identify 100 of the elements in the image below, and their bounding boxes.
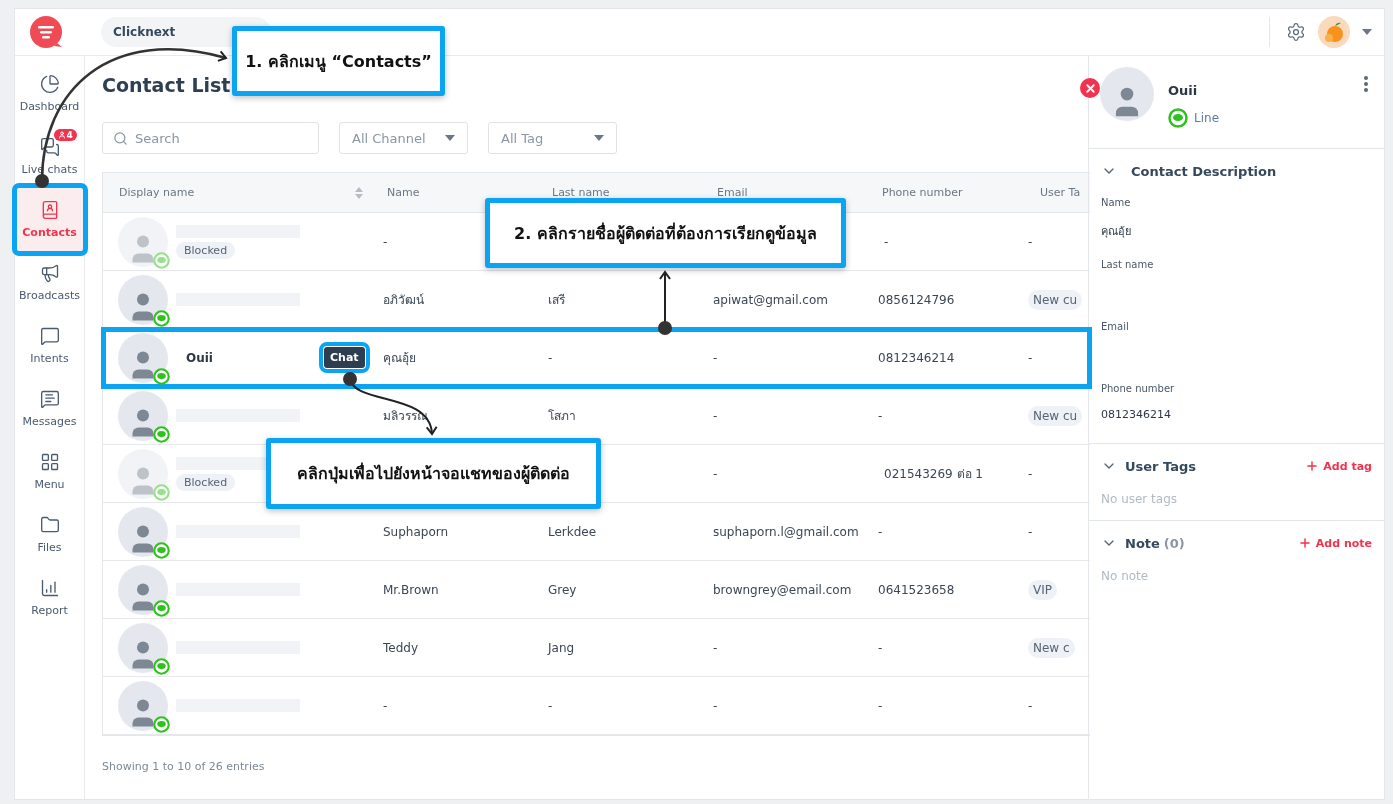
table-cell: คุณอุ้ย	[383, 351, 416, 365]
table-cell: -	[884, 234, 889, 249]
avatar	[118, 274, 168, 325]
sidebar-item[interactable]: Report	[16, 566, 83, 629]
grid-icon	[39, 452, 60, 472]
table-cell: -	[713, 640, 718, 655]
caret-icon	[1362, 29, 1372, 35]
empty-message: No note	[1101, 568, 1150, 585]
avatar	[118, 332, 168, 383]
avatar	[118, 448, 168, 499]
table-cell: 0812346214	[878, 350, 955, 365]
table-cell: -	[713, 698, 718, 713]
section-title: Contact Description	[1131, 163, 1277, 179]
user-tag: New cu	[1028, 405, 1083, 426]
table-cell: 0641523658	[878, 582, 955, 597]
table-row[interactable]: Ouii Chat คุณอุ้ย - - 0812346214 -	[103, 329, 1090, 387]
chart-icon	[39, 578, 60, 598]
table-row[interactable]: Teddy Jang - - New c	[103, 619, 1090, 677]
close-icon	[1083, 81, 1097, 95]
table-cell: -	[383, 234, 388, 249]
table-cell: -	[1028, 524, 1033, 539]
column-header: Name	[387, 186, 420, 199]
table-cell: 0856124796	[878, 292, 955, 307]
table-cell: -	[878, 408, 883, 423]
table-cell: apiwat@gmail.com	[713, 292, 828, 307]
field-label: Email	[1101, 321, 1130, 332]
table-cell: -	[1028, 466, 1033, 481]
kebab-icon	[1364, 76, 1368, 92]
folder-icon	[39, 515, 60, 535]
table-cell: Teddy	[383, 640, 418, 655]
table-cell: เสรี	[548, 293, 565, 307]
avatar	[118, 564, 168, 615]
column-header: Last name	[552, 186, 610, 199]
search-icon	[113, 131, 128, 146]
table-cell: -	[713, 350, 718, 365]
blocked-tag: Blocked	[176, 241, 236, 259]
logo-icon	[29, 15, 63, 49]
section-title: User Tags	[1125, 458, 1197, 474]
table-cell: -	[713, 466, 718, 481]
table-cell: Suphaporn	[383, 524, 449, 539]
callout: 2. คลิกรายชื่อผู้ติดต่อที่ต้องการเรียกดูข้อมูล	[485, 198, 846, 268]
contact-name: Ouii	[1168, 83, 1199, 98]
table-row[interactable]: อภิวัฒน์ เสรี apiwat@gmail.com 0856124796 New cu	[103, 271, 1090, 329]
avatar	[118, 622, 168, 673]
column-header: Display name	[119, 186, 195, 199]
user-tag: New c	[1028, 637, 1075, 658]
avatar	[118, 506, 168, 557]
display-name: Ouii	[186, 350, 214, 365]
entries-info: Showing 1 to 10 of 26 entries	[102, 760, 266, 773]
search-field[interactable]: Search	[102, 122, 319, 154]
callout: คลิกปุ่มเพื่อไปยังหน้าจอแชทของผู้ติดต่อ	[266, 438, 601, 509]
table-cell: -	[548, 698, 553, 713]
note-count: (0)	[1163, 535, 1185, 551]
caret-icon	[594, 135, 604, 141]
section-title: Note	[1125, 535, 1160, 551]
blocked-tag: Blocked	[176, 473, 236, 491]
count-badge: 4	[53, 129, 77, 141]
sidebar-item[interactable]: Intents	[16, 314, 83, 377]
table-cell: -	[1028, 698, 1033, 713]
plus-icon	[1297, 536, 1312, 550]
field-value: คุณอุ้ย	[1101, 224, 1132, 240]
table-cell: suphaporn.l@gmail.com	[713, 524, 859, 539]
sidebar-item[interactable]: Broadcasts	[16, 251, 83, 314]
sidebar-item[interactable]: Files	[16, 503, 83, 566]
pie-chart-icon	[39, 74, 60, 94]
add-tag-button[interactable]: Add tag	[1305, 459, 1372, 473]
table-cell: -	[878, 640, 883, 655]
column-header: Email	[717, 186, 748, 199]
field-label: Phone number	[1101, 383, 1176, 394]
empty-message: No user tags	[1101, 491, 1179, 508]
chat-bubbles-icon	[39, 137, 60, 157]
user-tag: VIP	[1028, 579, 1057, 600]
message-icon	[39, 389, 60, 409]
plus-icon	[1305, 459, 1320, 473]
table-cell: 021543269 ต่อ 1	[884, 467, 983, 481]
table-cell: -	[1028, 234, 1033, 249]
add-note-button[interactable]: Add note	[1297, 536, 1372, 550]
megaphone-icon	[39, 263, 60, 283]
settings-icon[interactable]	[1286, 22, 1306, 42]
caret-icon	[445, 135, 455, 141]
table-cell: โสภา	[548, 409, 576, 423]
table-row[interactable]: - - - - -	[103, 677, 1090, 735]
table-cell: -	[878, 524, 883, 539]
sidebar-item[interactable]: Menu	[16, 440, 83, 503]
channel-name: Line	[1194, 111, 1219, 125]
table-cell: -	[713, 408, 718, 423]
table-row[interactable]: Mr.Brown Grey browngrey@email.com 0641523658 VIP	[103, 561, 1090, 619]
table-cell: -	[383, 698, 388, 713]
sidebar-item[interactable]: Messages	[16, 377, 83, 440]
column-header: User Ta	[1040, 186, 1081, 199]
table-cell: Grey	[548, 582, 577, 597]
column-header: Phone number	[882, 186, 963, 199]
avatar	[118, 680, 168, 731]
table-cell: อภิวัฒน์	[383, 293, 424, 307]
avatar	[118, 390, 168, 441]
page-title: Contact List	[102, 74, 232, 98]
close-button[interactable]	[1080, 78, 1100, 98]
arrow	[658, 271, 672, 335]
table-cell: -	[548, 350, 553, 365]
table-cell: -	[878, 698, 883, 713]
